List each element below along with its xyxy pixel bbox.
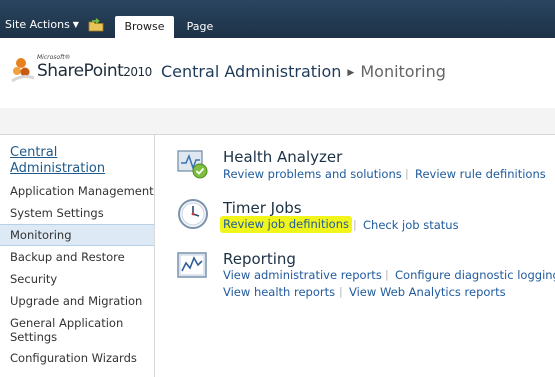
link-review-rule-definitions[interactable]: Review rule definitions [415, 167, 546, 181]
nav-item-monitoring[interactable]: Monitoring [0, 224, 154, 246]
title-area: Microsoft® SharePoint2010 Central Admini… [0, 38, 555, 108]
sharepoint-logo-icon [11, 58, 35, 83]
breadcrumb-arrow-icon: ▶ [347, 68, 355, 78]
section-title-health-analyzer: Health Analyzer [223, 148, 343, 166]
ribbon-bar: Site Actions ▼ Browse Page [0, 0, 555, 38]
link-review-problems-and-solutions[interactable]: Review problems and solutions [223, 167, 402, 181]
nav-item-system-settings[interactable]: System Settings [0, 206, 154, 222]
breadcrumb-root[interactable]: Central Administration [161, 62, 341, 81]
link-separator: | [405, 167, 409, 180]
sharepoint-logo: Microsoft® SharePoint2010 [9, 52, 159, 92]
breadcrumb-current: Monitoring [360, 62, 446, 81]
nav-item-label: Upgrade and Migration [10, 294, 143, 308]
clock-icon [178, 199, 208, 229]
nav-item-label: Backup and Restore [10, 250, 125, 264]
title-strip [0, 108, 555, 135]
nav-item-label: General Application Settings [10, 316, 124, 344]
nav-item-label: Security [10, 272, 58, 286]
logo-product-text: SharePoint2010 [37, 61, 152, 81]
section-title-reporting: Reporting [223, 250, 296, 268]
nav-item-upgrade-and-migration[interactable]: Upgrade and Migration [0, 294, 154, 310]
link-view-web-analytics-reports[interactable]: View Web Analytics reports [349, 285, 506, 299]
logo-product-name: SharePoint [37, 61, 124, 81]
link-view-administrative-reports[interactable]: View administrative reports [223, 268, 382, 282]
report-chart-icon [177, 252, 207, 278]
dropdown-caret-icon: ▼ [72, 20, 79, 29]
health-analyzer-icon [177, 150, 208, 179]
link-view-health-reports[interactable]: View health reports [223, 285, 335, 299]
nav-item-label: System Settings [10, 206, 104, 220]
nav-heading-central-administration[interactable]: Central Administration [10, 145, 130, 177]
logo-microsoft-text: Microsoft® [37, 54, 71, 61]
left-navigation: Central Administration Application Manag… [0, 135, 155, 377]
nav-item-label: Configuration Wizards [10, 351, 137, 365]
link-separator: | [339, 285, 343, 298]
logo-version: 2010 [123, 65, 152, 79]
section-title-timer-jobs: Timer Jobs [223, 199, 302, 217]
link-separator: | [385, 268, 389, 281]
nav-item-security[interactable]: Security [0, 272, 154, 288]
link-review-job-definitions[interactable]: Review job definitions [220, 216, 352, 233]
link-check-job-status[interactable]: Check job status [363, 218, 459, 232]
tab-page[interactable]: Page [178, 16, 222, 38]
link-configure-diagnostic-logging[interactable]: Configure diagnostic logging [395, 268, 555, 282]
nav-item-general-application-settings[interactable]: General Application Settings [0, 316, 154, 346]
highlighted-link-text: Review job definitions [220, 216, 352, 233]
tab-browse[interactable]: Browse [115, 16, 174, 38]
nav-item-configuration-wizards[interactable]: Configuration Wizards [0, 351, 154, 367]
link-separator: | [353, 218, 357, 231]
nav-item-backup-and-restore[interactable]: Backup and Restore [0, 250, 154, 266]
nav-item-label: Monitoring [10, 228, 72, 242]
navigate-up-folder-icon[interactable] [88, 18, 104, 32]
breadcrumb: Central Administration ▶ Monitoring [161, 62, 446, 81]
site-actions-label: Site Actions [5, 18, 70, 31]
nav-item-label: Application Management [10, 184, 154, 198]
nav-item-application-management[interactable]: Application Management [0, 184, 154, 200]
site-actions-menu[interactable]: Site Actions ▼ [5, 18, 79, 31]
